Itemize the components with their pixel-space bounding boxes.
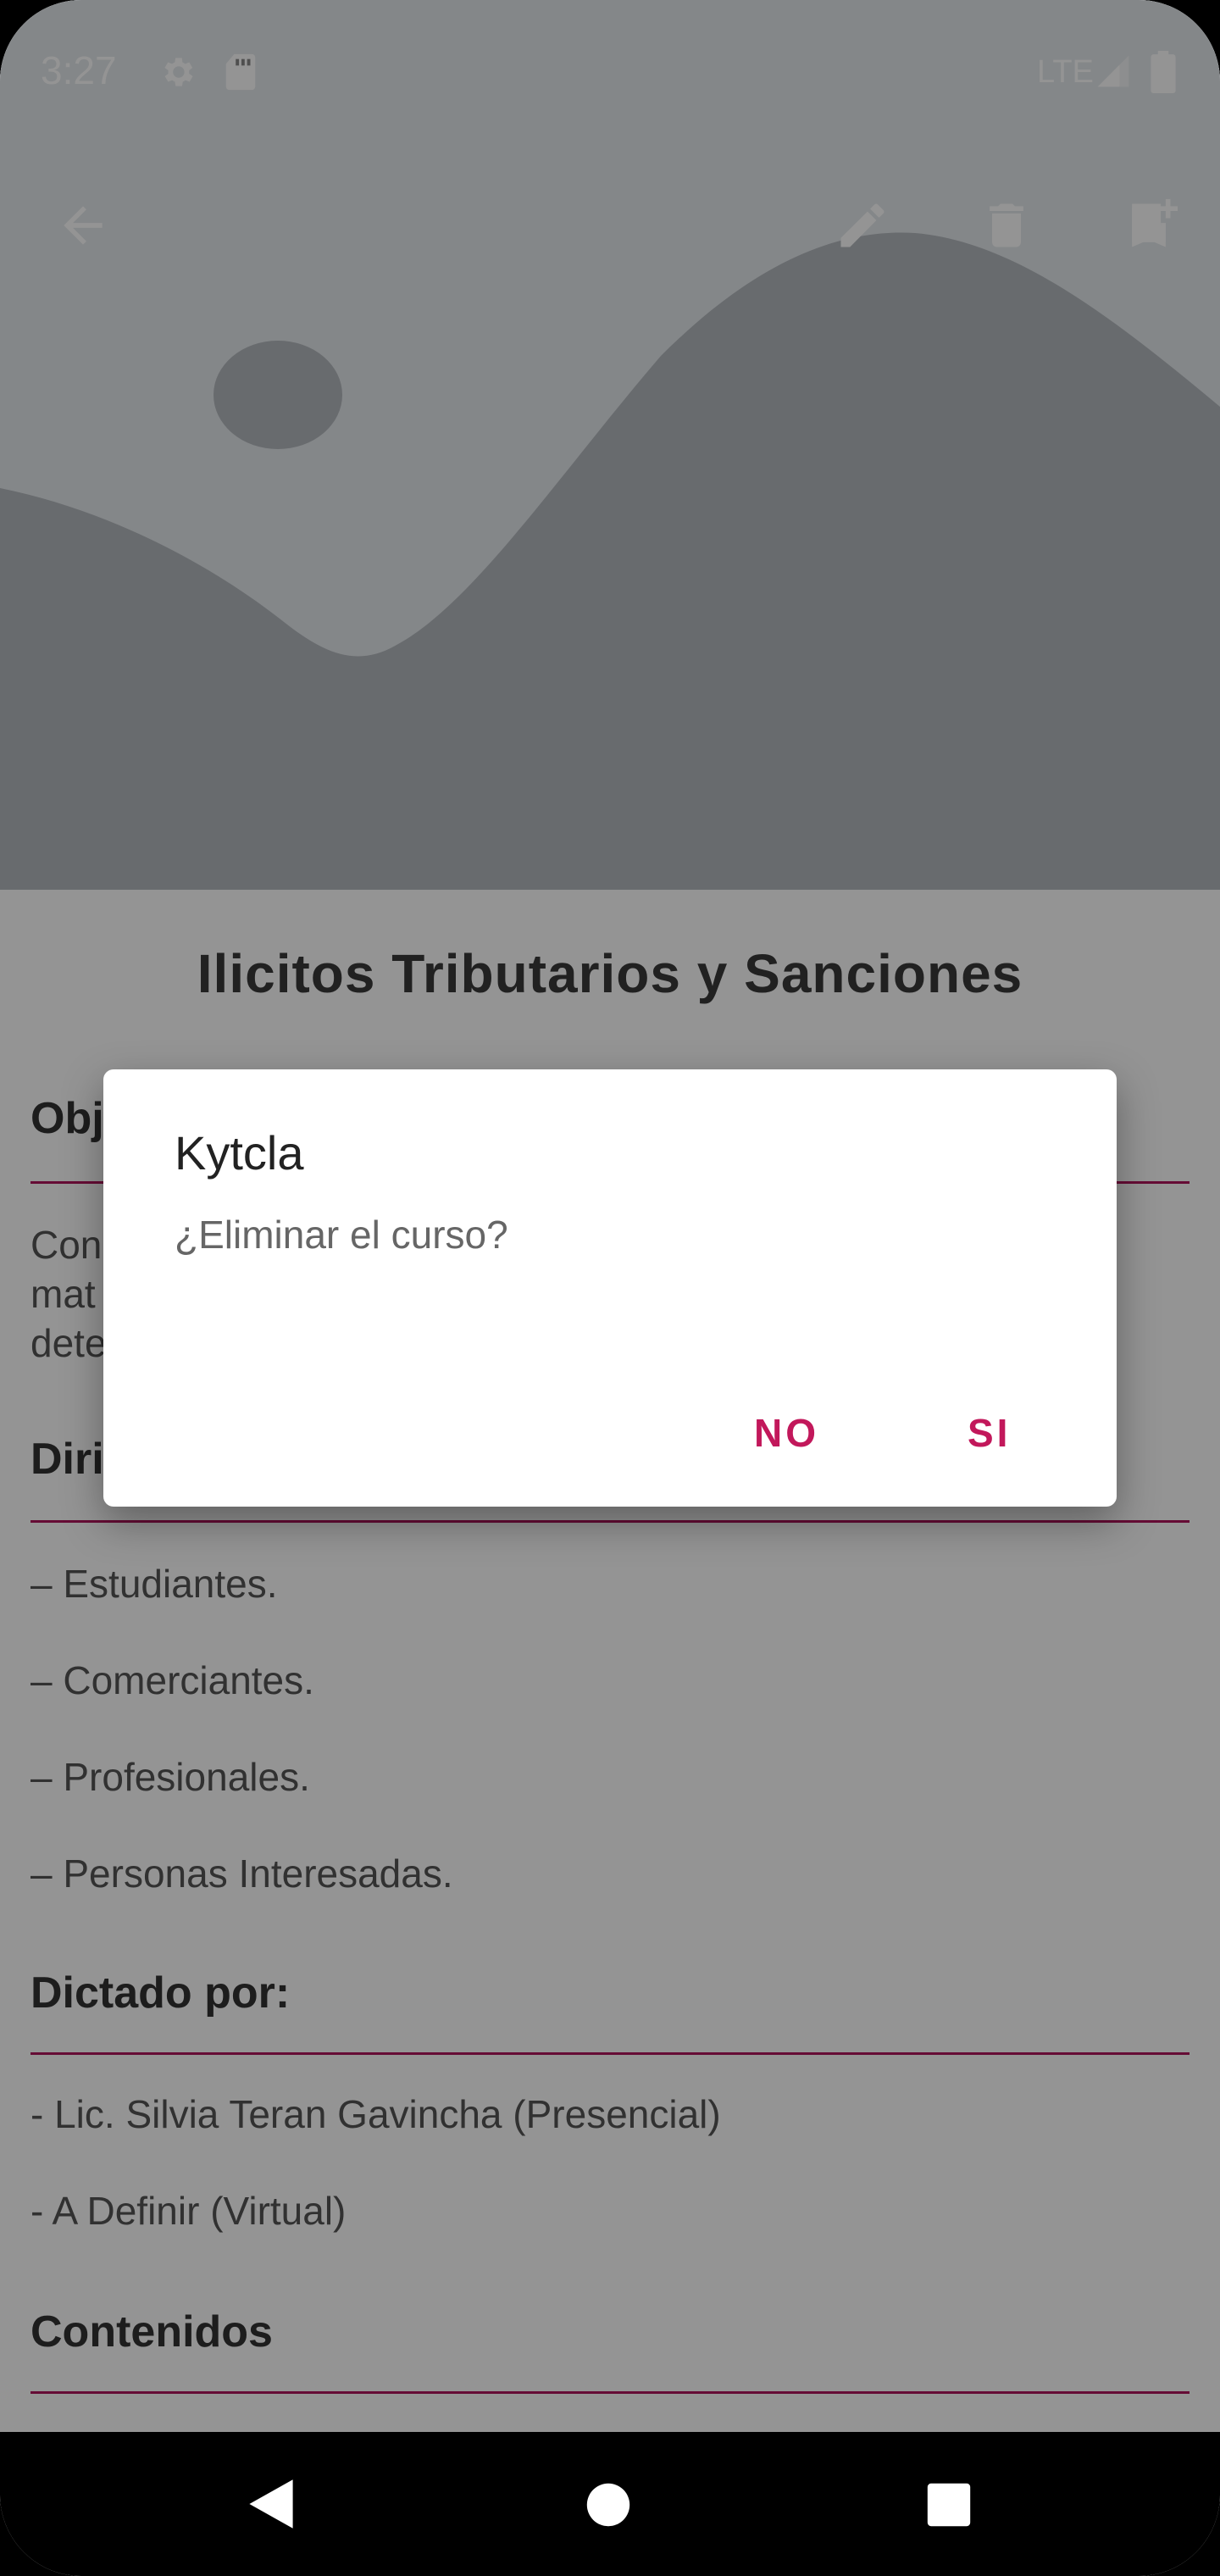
dialog-message: ¿Eliminar el curso? xyxy=(175,1213,508,1257)
back-triangle-icon[interactable] xyxy=(244,2476,298,2532)
no-button[interactable]: NO xyxy=(737,1400,836,1466)
home-circle-icon[interactable] xyxy=(585,2481,632,2529)
delete-course-dialog: Kytcla ¿Eliminar el curso? NO SI xyxy=(103,1069,1117,1507)
dialog-title: Kytcla xyxy=(175,1126,304,1180)
device-screen: 3:27 LTE Ilicitos Tributarios y Sancione… xyxy=(0,0,1220,2576)
si-button[interactable]: SI xyxy=(951,1400,1028,1466)
recents-square-icon[interactable] xyxy=(925,2481,973,2529)
